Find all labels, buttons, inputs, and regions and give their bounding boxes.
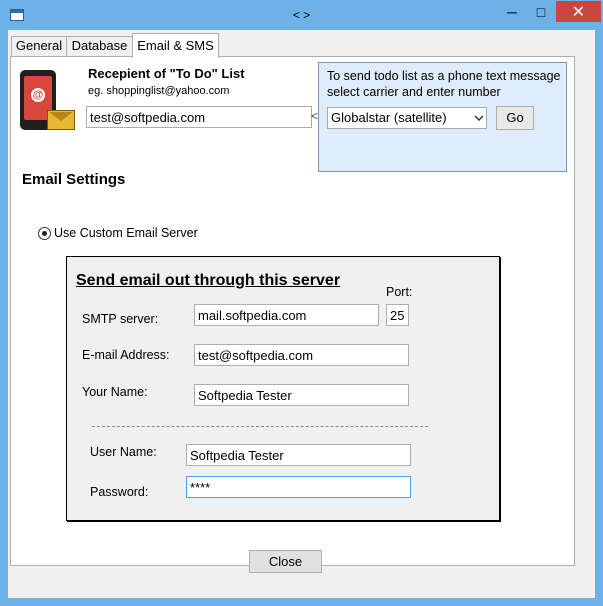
carrier-select[interactable]: Globalstar (satellite) bbox=[327, 107, 487, 129]
close-window-button[interactable]: ✕ bbox=[556, 1, 601, 22]
tab-email-sms[interactable]: Email & SMS bbox=[132, 33, 219, 58]
phone-email-icon: @ bbox=[20, 70, 75, 130]
your-name-input[interactable] bbox=[194, 384, 409, 406]
divider bbox=[92, 426, 428, 427]
password-input[interactable] bbox=[186, 476, 411, 498]
tab-database[interactable]: Database bbox=[66, 36, 133, 56]
sms-instructions: To send todo list as a phone text messag… bbox=[327, 69, 561, 99]
email-settings-heading: Email Settings bbox=[22, 171, 126, 188]
server-settings-box: Send email out through this server Port:… bbox=[66, 256, 500, 521]
close-button[interactable]: Close bbox=[249, 550, 322, 573]
user-name-label: User Name: bbox=[90, 445, 157, 459]
chevron-down-icon bbox=[474, 108, 484, 135]
carrier-value: Globalstar (satellite) bbox=[331, 110, 447, 125]
envelope-icon bbox=[47, 110, 75, 130]
maximize-button[interactable]: □ bbox=[526, 1, 556, 23]
email-address-input[interactable] bbox=[194, 344, 409, 366]
email-sms-panel: @ Recepient of "To Do" List eg. shopping… bbox=[10, 56, 575, 566]
email-address-label: E-mail Address: bbox=[82, 348, 170, 362]
port-input[interactable] bbox=[386, 304, 409, 326]
custom-server-radio[interactable] bbox=[38, 227, 51, 240]
smtp-server-input[interactable] bbox=[194, 304, 379, 326]
recipient-email-input[interactable] bbox=[86, 106, 312, 128]
smtp-label: SMTP server: bbox=[82, 312, 159, 326]
title-bar[interactable]: < > ─ □ ✕ bbox=[0, 0, 603, 32]
port-label: Port: bbox=[386, 285, 413, 299]
server-title: Send email out through this server bbox=[76, 272, 341, 289]
at-sign-icon: @ bbox=[31, 88, 45, 102]
arrow-glyph: < bbox=[311, 109, 319, 123]
go-button[interactable]: Go bbox=[496, 106, 534, 130]
minimize-button[interactable]: ─ bbox=[497, 1, 527, 23]
recipient-title: Recepient of "To Do" List bbox=[88, 66, 245, 81]
client-area: General Database Email & SMS @ Recepient… bbox=[8, 30, 595, 598]
custom-server-label[interactable]: Use Custom Email Server bbox=[54, 226, 198, 240]
tab-general[interactable]: General bbox=[11, 36, 67, 56]
user-name-input[interactable] bbox=[186, 444, 411, 466]
recipient-example: eg. shoppinglist@yahoo.com bbox=[88, 85, 230, 97]
sms-panel: To send todo list as a phone text messag… bbox=[318, 62, 567, 172]
password-label: Password: bbox=[90, 485, 149, 499]
your-name-label: Your Name: bbox=[82, 385, 148, 399]
app-window: < > ─ □ ✕ General Database Email & SMS @… bbox=[0, 0, 603, 606]
